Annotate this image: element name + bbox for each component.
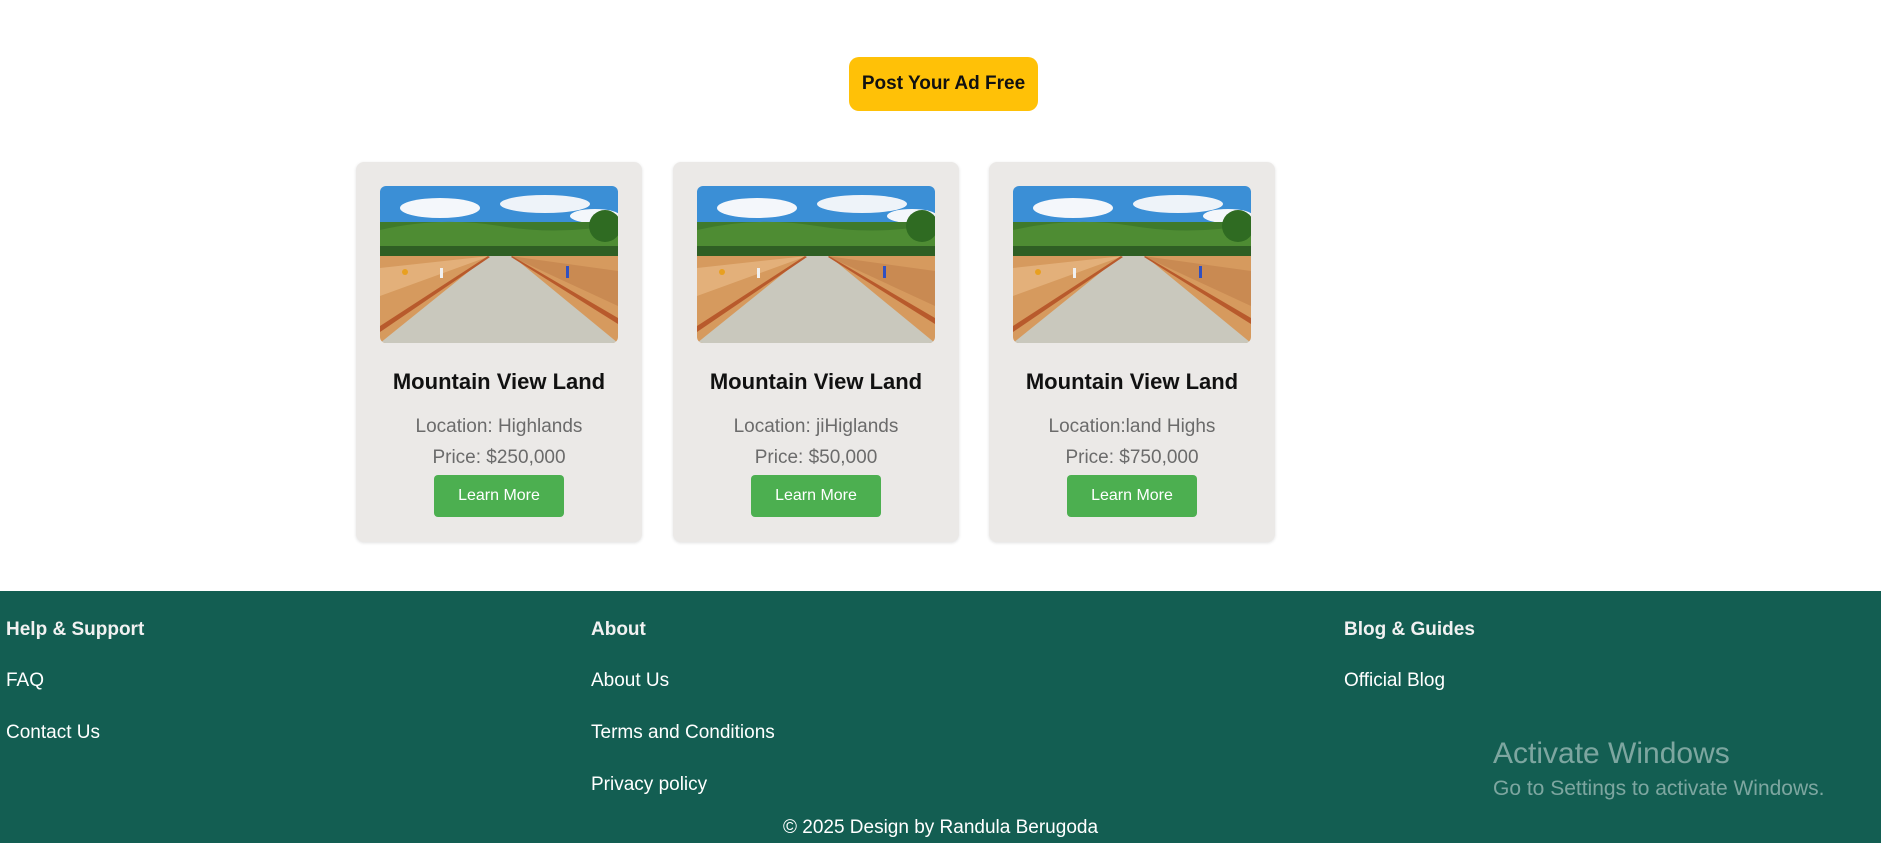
listing-card: Mountain View Land Location: Highlands P… (356, 162, 642, 542)
learn-more-button[interactable]: Learn More (434, 475, 564, 517)
page: Post Your Ad Free Mountain View Land Loc… (0, 0, 1881, 843)
footer-link-official-blog[interactable]: Official Blog (1344, 670, 1445, 692)
footer-link-faq[interactable]: FAQ (6, 670, 44, 692)
listing-location: Location: Highlands (415, 416, 583, 437)
listing-location: Location:land Highs (1048, 416, 1216, 437)
copyright-text: © 2025 Design by Randula Berugoda (782, 817, 1099, 838)
learn-more-button[interactable]: Learn More (751, 475, 881, 517)
listing-card: Mountain View Land Location: jiHiglands … (673, 162, 959, 542)
listing-price: Price: $50,000 (754, 447, 878, 468)
land-photo[interactable] (380, 186, 618, 343)
footer-link-privacy[interactable]: Privacy policy (591, 774, 707, 796)
listing-title: Mountain View Land (392, 369, 606, 394)
windows-activation-watermark: Activate Windows Go to Settings to activ… (1493, 737, 1825, 801)
site-footer: Help & Support FAQ Contact Us About Abou… (0, 591, 1881, 843)
listing-price: Price: $250,000 (432, 447, 566, 468)
land-photo[interactable] (697, 186, 935, 343)
land-photo[interactable] (1013, 186, 1251, 343)
listing-card: Mountain View Land Location:land Highs P… (989, 162, 1275, 542)
footer-link-about-us[interactable]: About Us (591, 670, 669, 692)
footer-blog-heading: Blog & Guides (1344, 619, 1475, 640)
listing-title: Mountain View Land (709, 369, 923, 394)
footer-link-contact-us[interactable]: Contact Us (6, 722, 100, 744)
listing-price: Price: $750,000 (1065, 447, 1199, 468)
listing-location: Location: jiHiglands (733, 416, 899, 437)
listing-title: Mountain View Land (1025, 369, 1239, 394)
learn-more-button[interactable]: Learn More (1067, 475, 1197, 517)
post-ad-button[interactable]: Post Your Ad Free (849, 57, 1038, 111)
footer-about-heading: About (591, 619, 646, 640)
watermark-subtitle: Go to Settings to activate Windows. (1493, 777, 1825, 800)
footer-link-terms[interactable]: Terms and Conditions (591, 722, 775, 744)
footer-help-heading: Help & Support (6, 619, 145, 640)
watermark-title: Activate Windows (1493, 737, 1730, 770)
